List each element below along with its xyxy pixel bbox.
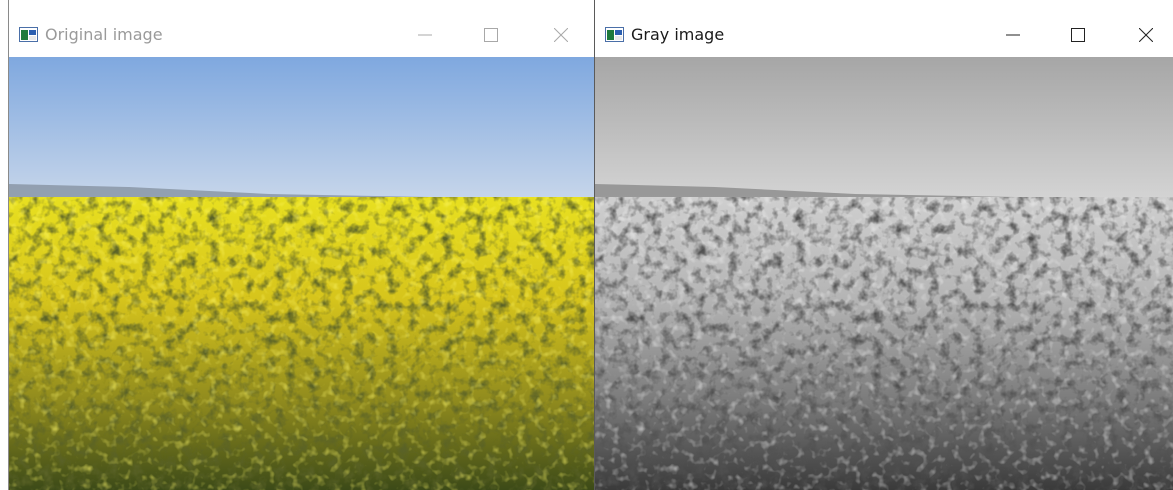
maximize-button[interactable] [1058,20,1098,50]
window-title: Original image [45,25,163,44]
titlebar[interactable]: Original image [9,0,594,57]
window-title: Gray image [631,25,725,44]
gray-image-viewport[interactable] [595,57,1173,490]
minimize-button[interactable] [993,20,1033,50]
rapeseed-field-grayscale-image [595,57,1173,490]
close-button[interactable] [1126,20,1166,50]
original-image-viewport[interactable] [9,57,594,490]
opencv-window-icon [19,27,38,42]
minimize-button[interactable] [405,20,445,50]
original-image-window[interactable]: Original image [8,0,594,490]
titlebar[interactable]: Gray image [595,0,1173,57]
opencv-window-icon [605,27,624,42]
close-icon [554,28,568,42]
maximize-button[interactable] [471,20,511,50]
minimize-icon [418,34,432,36]
close-icon [1139,28,1153,42]
close-button[interactable] [541,20,581,50]
rapeseed-field-color-image [9,57,594,490]
gray-image-window[interactable]: Gray image [594,0,1173,490]
maximize-icon [484,28,498,42]
maximize-icon [1071,28,1085,42]
minimize-icon [1006,34,1020,36]
